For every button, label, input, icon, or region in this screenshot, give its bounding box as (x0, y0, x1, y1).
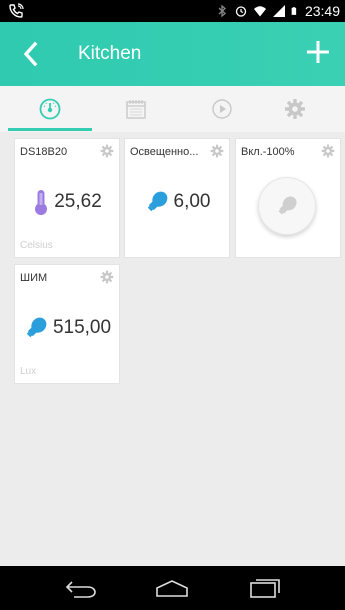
gear-icon[interactable] (321, 144, 335, 158)
tab-bar (0, 86, 345, 132)
widget-unit: Lux (20, 366, 37, 377)
tab-dashboard[interactable] (7, 86, 93, 132)
widget-card-ds18b20[interactable]: DS18B20 25,62 Celsius (15, 139, 119, 257)
widget-unit: Celsius (20, 240, 53, 251)
status-time: 23:49 (304, 3, 340, 19)
recents-nav-icon (250, 579, 280, 598)
status-bar: 23:49 (0, 0, 345, 22)
tab-schedule[interactable] (93, 86, 179, 132)
widget-value-row: 25,62 (15, 187, 119, 217)
widget-value-row: 515,00 (15, 313, 119, 343)
phone-call-icon (9, 3, 24, 18)
bulb-icon (147, 191, 167, 212)
home-nav-icon (156, 580, 188, 597)
thermometer-icon (35, 190, 48, 215)
widget-title: Освещенно... (130, 146, 199, 158)
widget-value: 25,62 (54, 191, 102, 212)
widget-value-row: 6,00 (125, 187, 229, 217)
back-nav-button[interactable] (61, 574, 101, 602)
gear-icon[interactable] (100, 144, 114, 158)
gear-icon (285, 99, 305, 119)
play-icon (212, 99, 232, 119)
gear-icon[interactable] (210, 144, 224, 158)
bluetooth-icon (218, 4, 226, 18)
widget-card-switch[interactable]: Вкл.-100% (236, 139, 340, 257)
battery-icon (291, 7, 297, 15)
wifi-icon (253, 6, 266, 17)
gear-icon[interactable] (100, 270, 114, 284)
light-toggle-button[interactable] (258, 177, 316, 235)
widget-value: 515,00 (52, 317, 112, 338)
page-title: Kitchen (78, 43, 142, 64)
back-nav-icon (65, 581, 96, 598)
system-nav-bar (0, 566, 345, 610)
add-button[interactable] (305, 39, 331, 65)
recents-nav-button[interactable] (245, 574, 285, 602)
widget-card-illumination[interactable]: Освещенно... 6,00 (125, 139, 229, 257)
gauge-icon (39, 98, 61, 120)
app-bar: Kitchen (0, 22, 345, 86)
calendar-icon (126, 100, 146, 119)
tab-settings[interactable] (252, 86, 338, 132)
alarm-icon (235, 6, 247, 17)
active-tab-indicator (8, 128, 92, 131)
signal-icon (272, 5, 285, 17)
widget-title: DS18B20 (20, 146, 68, 158)
widget-value: 6,00 (173, 191, 211, 212)
bulb-icon (26, 317, 47, 338)
widget-title: ШИМ (20, 272, 48, 284)
widget-title: Вкл.-100% (241, 146, 295, 158)
back-button[interactable] (18, 40, 44, 68)
widget-card-pwm[interactable]: ШИМ 515,00 Lux (15, 265, 119, 383)
bulb-icon (278, 196, 297, 215)
home-nav-button[interactable] (152, 574, 192, 602)
